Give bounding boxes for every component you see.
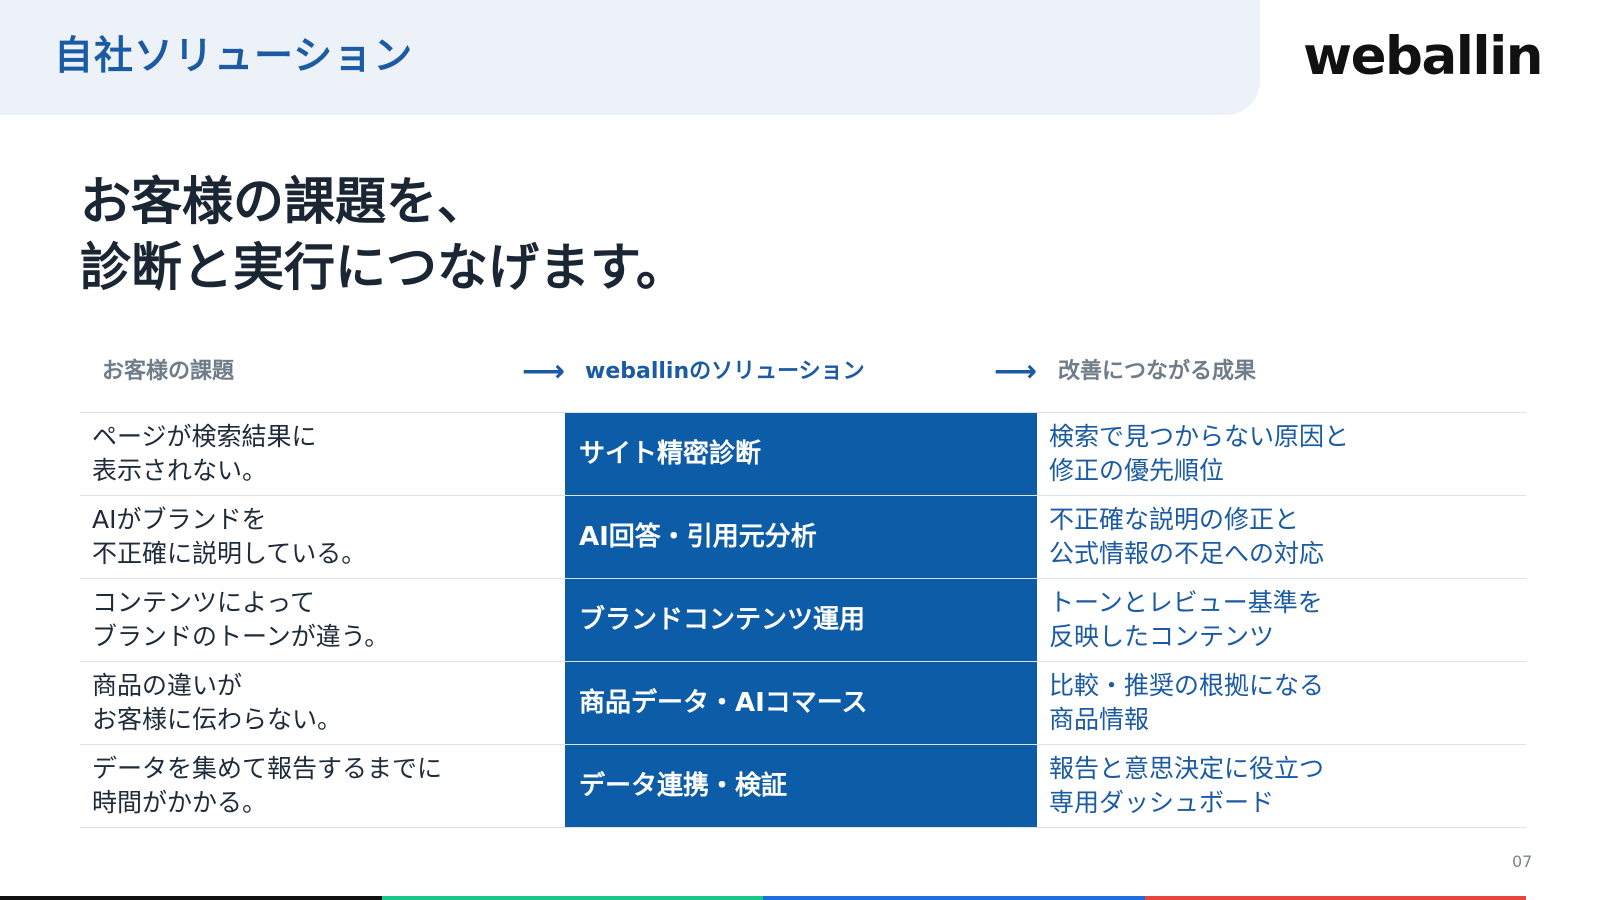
solution-cell: データ連携・検証 [565,745,1037,827]
problem-cell: AIがブランドを 不正確に説明している。 [92,505,367,568]
arrow-icon: ⟶ [522,354,566,389]
headline-line-1: お客様の課題を、 [80,173,489,232]
section-title: 自社ソリューション [54,34,414,79]
solution-cell: AI回答・引用元分析 [565,496,1037,578]
solution-cell: ブランドコンテンツ運用 [565,579,1037,661]
table-row: データを集めて報告するまでに 時間がかかる。 データ連携・検証 報告と意思決定に… [80,745,1526,828]
result-cell: 検索で見つからない原因と 修正の優先順位 [1049,422,1350,485]
table-row: AIがブランドを 不正確に説明している。 AI回答・引用元分析 不正確な説明の修… [80,496,1526,579]
footer-segment [0,896,382,900]
weballin-logo: weballin [1303,26,1543,87]
result-cell: 比較・推奨の根拠になる 商品情報 [1049,671,1325,734]
page-number: 07 [1512,852,1533,871]
footer-color-bar [0,896,1526,900]
table-row: ページが検索結果に 表示されない。 サイト精密診断 検索で見つからない原因と 修… [80,413,1526,496]
footer-segment [1144,896,1526,900]
column-header-result: 改善につながる成果 [1058,359,1257,384]
footer-segment [381,896,763,900]
problem-cell: ページが検索結果に 表示されない。 [92,422,317,485]
arrow-icon: ⟶ [994,354,1038,389]
solution-cell: 商品データ・AIコマース [565,662,1037,744]
solution-cell: サイト精密診断 [565,413,1037,495]
solution-table: ページが検索結果に 表示されない。 サイト精密診断 検索で見つからない原因と 修… [80,412,1526,828]
problem-cell: 商品の違いが お客様に伝わらない。 [92,671,343,734]
column-headers: お客様の課題 ⟶ weballinのソリューション ⟶ 改善につながる成果 [80,350,1526,394]
result-cell: 不正確な説明の修正と 公式情報の不足への対応 [1049,505,1325,568]
footer-segment [763,896,1145,900]
table-row: 商品の違いが お客様に伝わらない。 商品データ・AIコマース 比較・推奨の根拠に… [80,662,1526,745]
column-header-problem: お客様の課題 [102,359,235,384]
problem-cell: コンテンツによって ブランドのトーンが違う。 [92,588,390,651]
headline: お客様の課題を、 診断と実行につなげます。 [80,170,687,302]
result-cell: 報告と意思決定に役立つ 専用ダッシュボード [1049,754,1325,817]
column-header-solution: weballinのソリューション [585,359,865,384]
headline-line-2: 診断と実行につなげます。 [80,239,687,298]
table-row: コンテンツによって ブランドのトーンが違う。 ブランドコンテンツ運用 トーンとレ… [80,579,1526,662]
problem-cell: データを集めて報告するまでに 時間がかかる。 [92,754,443,817]
result-cell: トーンとレビュー基準を 反映したコンテンツ [1049,588,1323,651]
